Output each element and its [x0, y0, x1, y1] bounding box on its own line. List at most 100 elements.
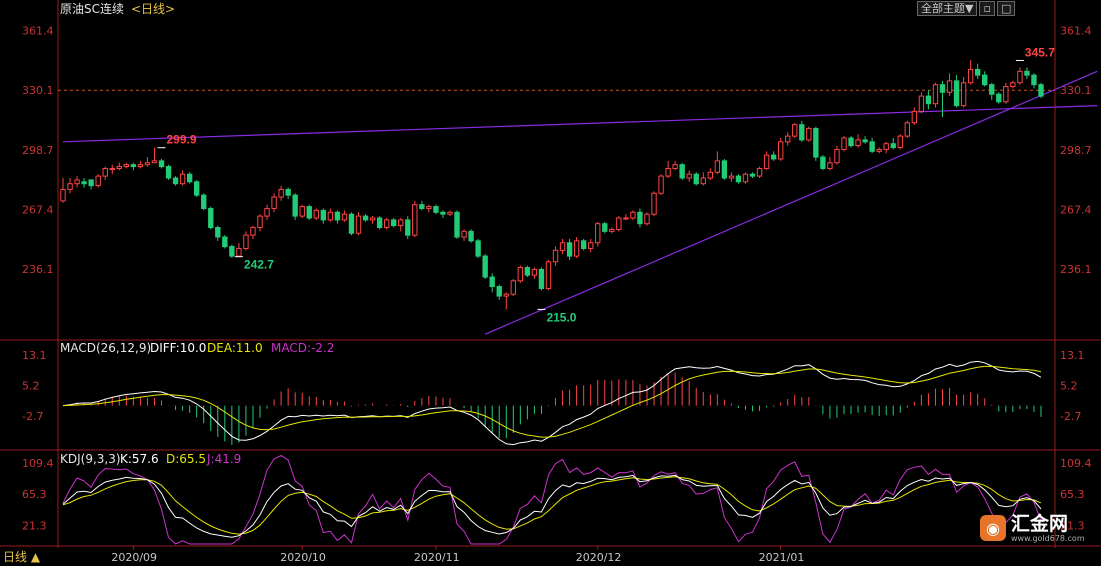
candle-body	[918, 95, 925, 112]
y-tick-label-left: 361.4	[22, 25, 54, 38]
candle-body	[144, 162, 151, 166]
y-tick-label-left: -2.7	[22, 410, 43, 423]
candle-body	[883, 143, 889, 150]
date-label: 2020/11	[414, 551, 460, 564]
candle-body	[109, 167, 115, 170]
candle-body	[932, 84, 939, 105]
period-label[interactable]: <日线>	[131, 2, 175, 16]
candle-body	[524, 267, 531, 276]
candle-body	[827, 162, 833, 169]
candle-body	[496, 286, 502, 297]
candle-body	[953, 80, 960, 107]
candle-body	[285, 188, 291, 196]
candle-body	[172, 177, 179, 185]
candle-body	[313, 209, 319, 219]
date-axis: 2020/09 2020/10 2020/11 2020/12 2021/01	[111, 546, 804, 564]
y-tick-label-right: 236.1	[1060, 263, 1092, 276]
candle-body	[869, 141, 875, 152]
logo-url: www.gold678.com	[1011, 533, 1085, 543]
kdj-label: KDJ(9,3,3)	[60, 452, 121, 466]
macd-dea-line	[62, 365, 1042, 438]
candle-body	[454, 211, 460, 238]
y-tick-label-right: 5.2	[1060, 380, 1078, 393]
y-tick-label-right: 298.7	[1060, 144, 1092, 157]
maximize-icon[interactable]: □	[996, 1, 1016, 16]
candle-body	[194, 181, 200, 196]
candle-body	[95, 175, 101, 187]
symbol-title: 原油SC连续	[60, 1, 124, 16]
candle-body	[813, 127, 819, 158]
candle-body	[158, 160, 165, 168]
candle-body	[412, 204, 418, 236]
candle-body	[489, 276, 495, 288]
theme-dropdown[interactable]: 全部主题▼	[917, 1, 978, 16]
candle-body	[728, 175, 735, 179]
y-tick-label-left: 21.3	[22, 519, 47, 532]
macd-diff-value: DIFF:10.0	[150, 341, 206, 355]
candle-body	[426, 206, 432, 209]
candle-body	[721, 160, 728, 179]
candle-body	[552, 249, 559, 263]
candle-body	[545, 261, 552, 289]
candle-body	[925, 95, 932, 105]
candle-body	[749, 173, 756, 177]
candle-body	[510, 280, 516, 295]
candle-body	[208, 207, 214, 229]
candle-body	[482, 255, 488, 278]
candle-body	[566, 242, 573, 257]
candle-body	[81, 181, 87, 185]
date-label: 2020/10	[280, 551, 326, 564]
candle-body	[777, 141, 784, 160]
candle-body	[74, 179, 80, 185]
candle-body	[974, 68, 981, 76]
candle-body	[440, 211, 446, 215]
candle-body	[1024, 70, 1030, 76]
candle-body	[735, 175, 742, 183]
macd-dea-value: DEA:11.0	[207, 341, 263, 355]
candle-body	[672, 164, 678, 169]
candle-body	[137, 164, 144, 168]
candle-body	[630, 211, 636, 219]
price-panel[interactable]: 299.9 242.7 215.0 345.7	[58, 45, 1098, 335]
date-label: 2021/01	[759, 551, 805, 564]
candle-body	[130, 164, 137, 168]
candle-body	[88, 179, 94, 187]
candle-body	[665, 167, 671, 177]
y-tick-label-right: 361.4	[1060, 25, 1092, 38]
candle-body	[989, 84, 995, 95]
candle-body	[742, 173, 749, 183]
candle-body	[405, 219, 411, 236]
candle-body	[573, 240, 580, 257]
y-tick-label-right: 267.4	[1060, 204, 1092, 217]
restore-icon[interactable]: ▫	[979, 1, 995, 16]
candle-body	[362, 215, 369, 221]
candle-body	[890, 143, 896, 149]
logo: ◉ 汇金网 www.gold678.com	[980, 511, 1098, 545]
chart-canvas: 361.4 361.4 330.1 330.1 298.7 298.7 267.4 267.4…	[0, 0, 1101, 564]
candle-body	[250, 227, 256, 236]
extreme-label: 242.7	[244, 258, 274, 272]
candle-body	[355, 215, 362, 234]
period-tab[interactable]: 日线 ▲	[0, 548, 51, 566]
candle-body	[848, 137, 854, 147]
candle-body	[911, 110, 918, 124]
candle-body	[341, 213, 348, 221]
candle-body	[271, 196, 277, 209]
extreme-label: 215.0	[546, 310, 576, 324]
candle-body	[334, 211, 341, 221]
candle-body	[1038, 84, 1044, 97]
candle-body	[123, 164, 130, 168]
macd-panel[interactable]	[62, 360, 1042, 446]
y-tick-label-left: 298.7	[22, 144, 54, 157]
candle-body	[756, 167, 763, 177]
candle-body	[383, 219, 390, 229]
candle-body	[60, 188, 66, 202]
candle-body	[538, 268, 545, 289]
kdj-panel[interactable]	[62, 454, 1042, 545]
candle-body	[1003, 86, 1009, 103]
candle-body	[967, 68, 974, 84]
candle-body	[939, 84, 946, 93]
candle-body	[348, 213, 355, 234]
candle-body	[686, 173, 692, 179]
y-tick-label-right: 13.1	[1060, 349, 1085, 362]
